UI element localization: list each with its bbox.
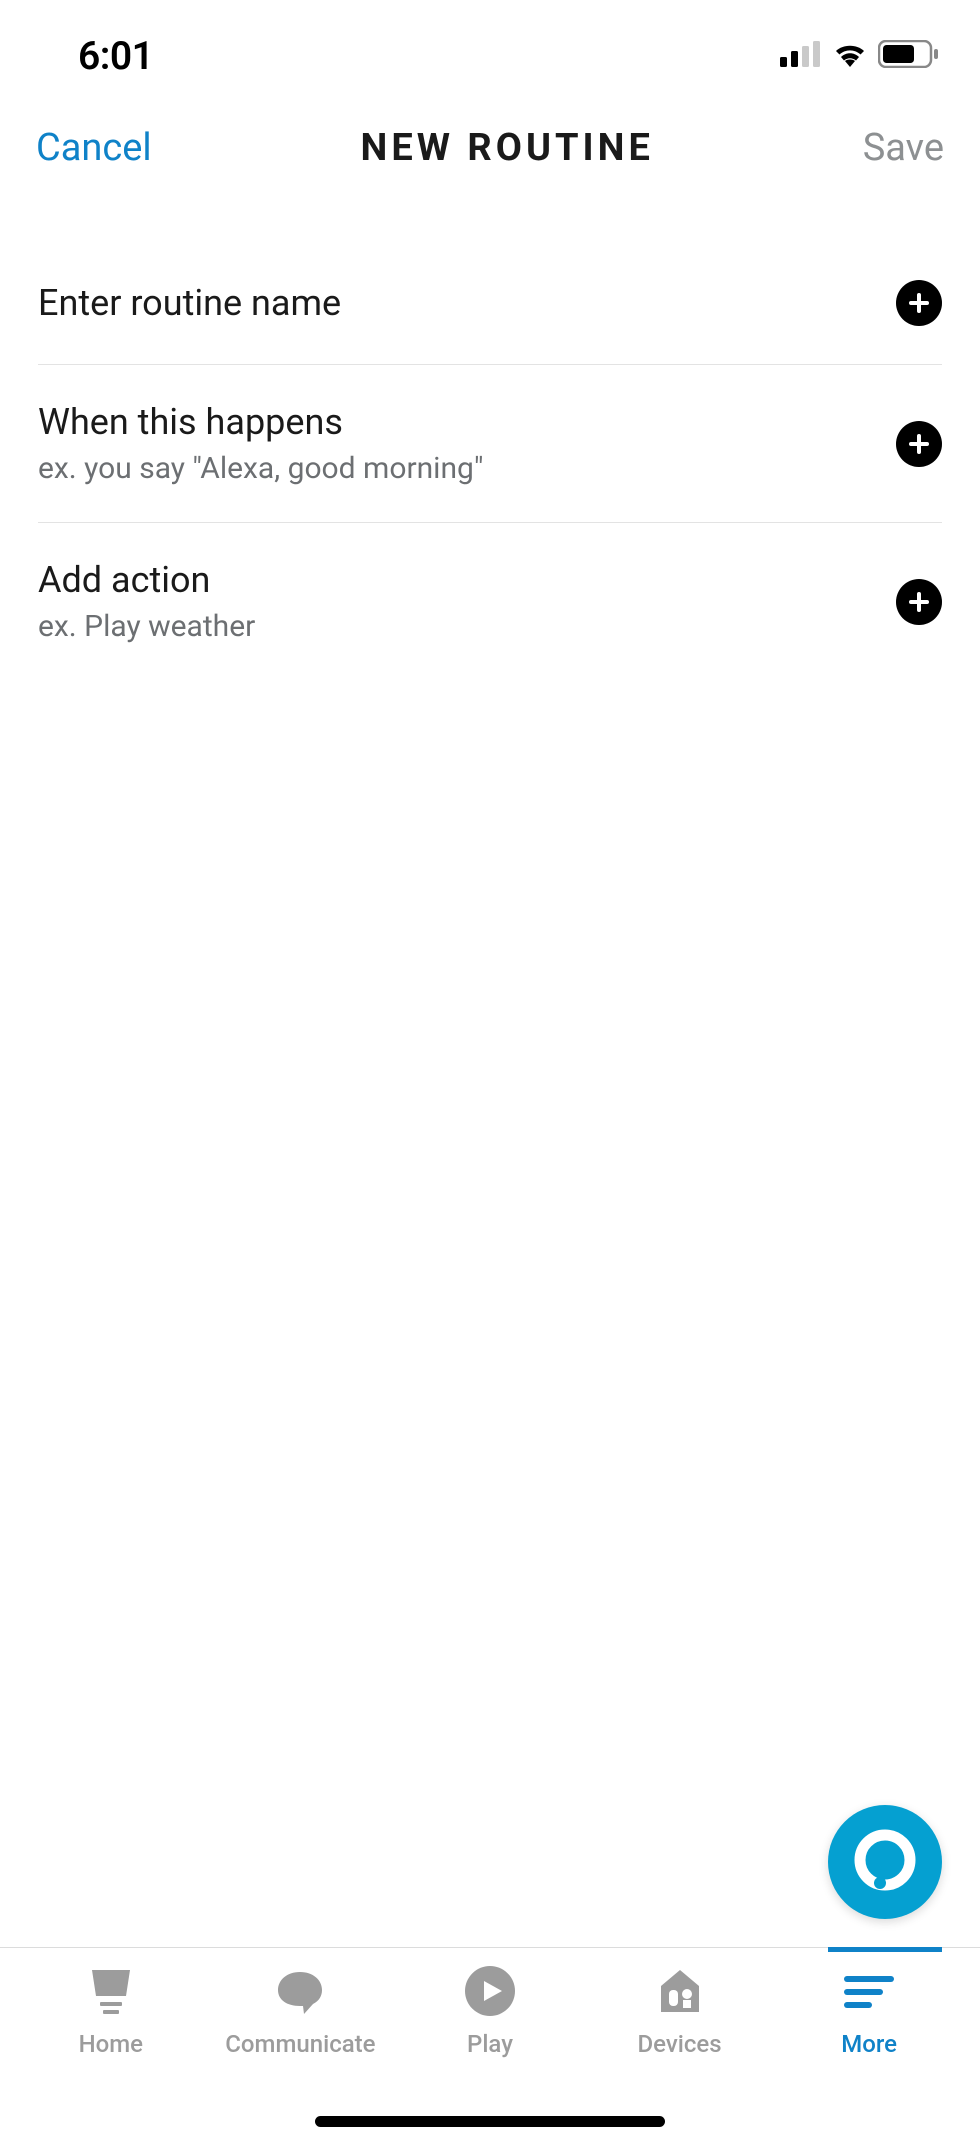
tab-more[interactable]: More [779,1966,959,2147]
routine-name-row[interactable]: Enter routine name [38,280,942,365]
trigger-row[interactable]: When this happens ex. you say "Alexa, go… [38,365,942,523]
tab-label: More [841,2030,897,2058]
plus-icon [907,432,931,456]
routine-name-label: Enter routine name [38,282,341,324]
action-row[interactable]: Add action ex. Play weather [38,523,942,670]
more-icon [840,1964,898,2022]
action-subtitle: ex. Play weather [38,609,255,644]
devices-icon [653,1964,707,2022]
tab-home[interactable]: Home [21,1966,201,2147]
cellular-icon [780,41,822,71]
play-icon [463,1964,517,2022]
add-trigger-button[interactable] [896,421,942,467]
status-icons [780,40,940,72]
speech-bubble-icon [273,1964,327,2022]
battery-icon [878,40,940,72]
nav-bar: Cancel NEW ROUTINE Save [0,126,980,170]
plus-icon [907,291,931,315]
tab-label: Play [467,2030,513,2058]
save-button[interactable]: Save [863,126,944,170]
tab-label: Communicate [225,2030,375,2058]
page-title: NEW ROUTINE [361,126,654,170]
alexa-icon [854,1829,916,1895]
status-time: 6:01 [78,33,153,79]
tab-active-indicator [828,1947,942,1952]
home-indicator[interactable] [315,2116,665,2127]
main-content: Enter routine name When this happens ex.… [0,280,980,670]
add-action-button[interactable] [896,579,942,625]
trigger-subtitle: ex. you say "Alexa, good morning" [38,451,484,486]
home-icon [84,1964,138,2022]
tab-label: Devices [638,2030,722,2058]
action-title: Add action [38,559,255,601]
trigger-title: When this happens [38,401,484,443]
wifi-icon [830,40,870,72]
cancel-button[interactable]: Cancel [36,126,152,170]
plus-icon [907,590,931,614]
alexa-fab-button[interactable] [828,1805,942,1919]
status-bar: 6:01 [0,26,980,86]
add-name-button[interactable] [896,280,942,326]
tab-label: Home [79,2030,143,2058]
